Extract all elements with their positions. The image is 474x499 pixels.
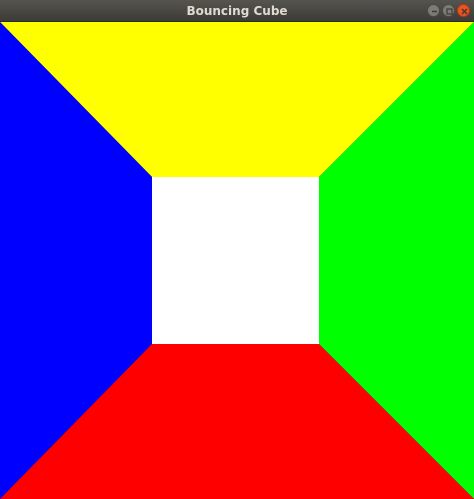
close-icon <box>461 8 468 15</box>
window-controls <box>427 4 470 17</box>
close-button[interactable] <box>457 4 470 17</box>
minimize-icon <box>432 10 437 13</box>
maximize-icon <box>446 8 453 15</box>
window-title: Bouncing Cube <box>186 4 288 18</box>
cube-front-face <box>152 177 319 344</box>
title-bar[interactable]: Bouncing Cube <box>0 0 474 22</box>
maximize-button[interactable] <box>442 4 455 17</box>
cube-canvas <box>0 22 474 499</box>
minimize-button[interactable] <box>427 4 440 17</box>
app-window: Bouncing Cube <box>0 0 474 499</box>
